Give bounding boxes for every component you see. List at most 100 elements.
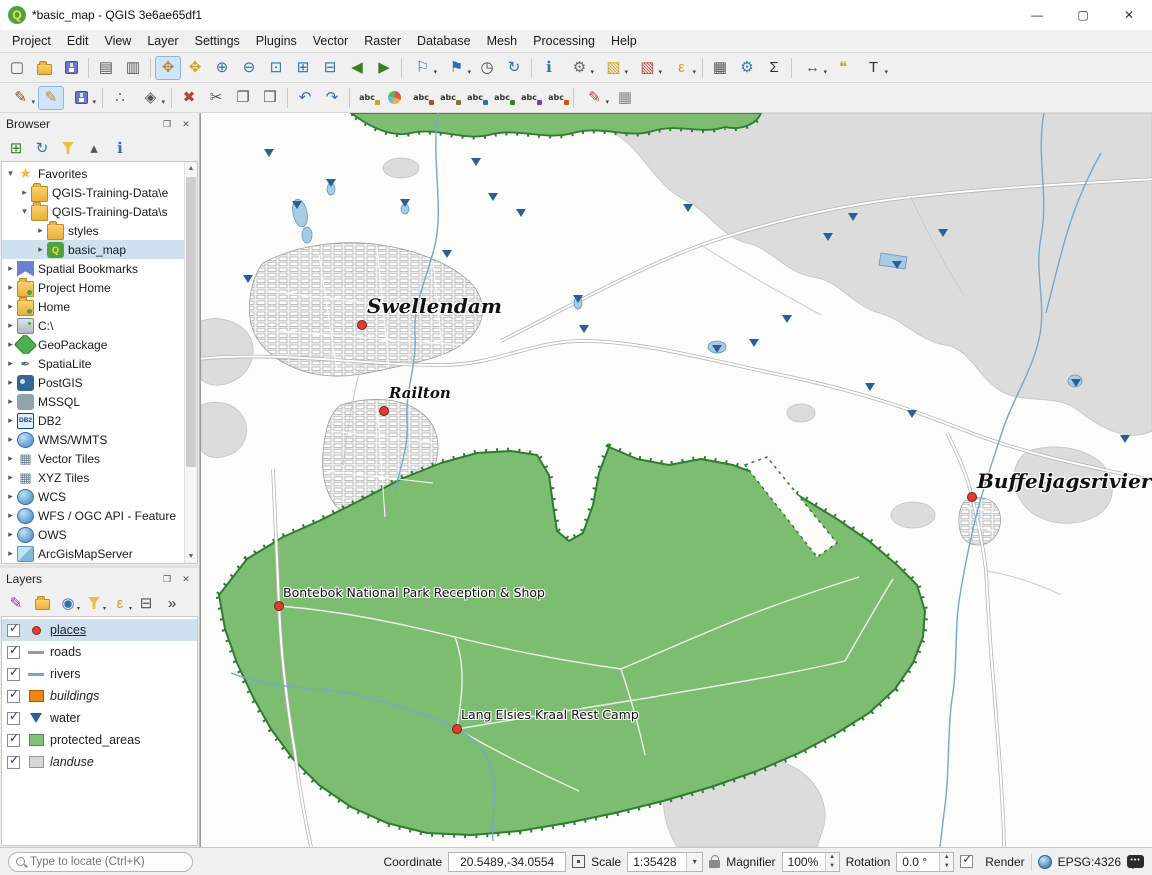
browser-item-favorites[interactable]: ▾ ★ Favorites [2,164,184,183]
layer-row-rivers[interactable]: ✓ rivers [2,663,197,685]
layer-row-landuse[interactable]: ✓ landuse [2,751,197,773]
layer-name-label[interactable]: landuse [50,755,94,769]
show-spatial-bookmarks-button[interactable]: ⚑ ▾ [440,56,473,80]
expander-icon[interactable]: ▸ [4,510,17,521]
text-annotation-button[interactable]: T ▾ [857,56,890,80]
browser-item-basic-map[interactable]: ▸ Q basic_map [2,240,184,259]
statistical-summary-button[interactable]: Σ ▾ [761,56,787,80]
layer-diagram-options-button[interactable]: ▾ [381,86,407,110]
browser-item-xyz-tiles[interactable]: ▸ ▦ XYZ Tiles [2,468,184,487]
annotation-layer-button[interactable]: ▦ ▾ [612,86,638,110]
browser-item-spatialite[interactable]: ▸ ✒ SpatiaLite [2,354,184,373]
filter-by-expression-button[interactable]: ε ▾ [108,592,132,614]
deselect-features-button[interactable]: ▧ ▾ [631,56,664,80]
layer-row-protected-areas[interactable]: ✓ protected_areas [2,729,197,751]
run-feature-action-button[interactable]: ⚙ ▾ [563,56,596,80]
menu-view[interactable]: View [96,31,139,51]
close-button[interactable]: ✕ [1106,0,1152,30]
menu-plugins[interactable]: Plugins [248,31,305,51]
browser-item-vector-tiles[interactable]: ▸ ▦ Vector Tiles [2,449,184,468]
browser-item-ows[interactable]: ▸ OWS [2,525,184,544]
menu-vector[interactable]: Vector [305,31,356,51]
browser-item-db2[interactable]: ▸ DB2 DB2 [2,411,184,430]
browser-item-mssql[interactable]: ▸ MSSQL [2,392,184,411]
cut-features-button[interactable]: ✂ ▾ [203,86,229,110]
layer-visibility-checkbox[interactable]: ✓ [7,690,20,703]
layer-visibility-checkbox[interactable]: ✓ [7,668,20,681]
browser-item-wfs[interactable]: ▸ WFS / OGC API - Feature [2,506,184,525]
layer-name-label[interactable]: places [50,623,86,637]
expander-icon[interactable]: ▾ [4,168,17,179]
browser-item-styles[interactable]: ▸ styles [2,221,184,240]
zoom-to-selection-button[interactable]: ⊞ ▾ [290,56,316,80]
layer-visibility-checkbox[interactable]: ✓ [7,734,20,747]
map-tips-button[interactable]: ❝ ▾ [830,56,856,80]
layer-visibility-checkbox[interactable]: ✓ [7,646,20,659]
expander-icon[interactable]: ▸ [4,282,17,293]
spin-down-icon[interactable]: ▼ [826,862,839,871]
manage-map-themes-button[interactable]: ◉ ▾ [56,592,80,614]
scale-combo[interactable]: 1:35428 ▾ [627,852,703,872]
refresh-browser-button[interactable]: ↻ ▾ [30,137,54,159]
expander-icon[interactable]: ▸ [18,187,31,198]
spin-up-icon[interactable]: ▲ [826,853,839,862]
scale-lock-icon[interactable] [709,860,720,868]
pan-map-button[interactable]: ✥ ▾ [155,56,181,80]
layers-float-button[interactable]: ❐ [160,572,174,586]
new-annotation-button[interactable]: ✎ ▾ [578,86,611,110]
browser-item-project-home[interactable]: ▸ Project Home [2,278,184,297]
expander-icon[interactable]: ▸ [4,320,17,331]
minimize-button[interactable]: — [1014,0,1060,30]
expander-icon[interactable]: ▸ [4,358,17,369]
measure-button[interactable]: ↔ ▾ [796,56,829,80]
menu-help[interactable]: Help [603,31,645,51]
layer-labeling-options-button[interactable]: abc ▾ [354,86,380,110]
refresh-map-button[interactable]: ↻ ▾ [501,56,527,80]
expander-icon[interactable]: ▸ [4,453,17,464]
current-edits-button[interactable]: ✎ ▾ [4,86,37,110]
expander-icon[interactable]: ▸ [4,548,17,559]
undo-button[interactable]: ↶ ▾ [292,86,318,110]
paste-features-button[interactable]: ❒ ▾ [257,86,283,110]
expander-icon[interactable]: ▸ [4,263,17,274]
move-label-button[interactable]: abc ▾ [489,86,515,110]
layer-name-label[interactable]: water [50,711,81,725]
new-print-layout-button[interactable]: ▤ ▾ [93,56,119,80]
pan-to-selection-button[interactable]: ✥ ▾ [182,56,208,80]
rotation-spinbox[interactable]: 0.0 ° ▲ ▼ [896,852,954,872]
menu-project[interactable]: Project [4,31,59,51]
layers-close-button[interactable]: ✕ [179,572,193,586]
expand-collapse-layers-button[interactable]: ⊟ ▾ [134,592,158,614]
select-by-expression-button[interactable]: ε ▾ [665,56,698,80]
magnifier-spinbox[interactable]: 100% ▲ ▼ [782,852,840,872]
highlight-pinned-labels-button[interactable]: abc ▾ [408,86,434,110]
menu-mesh[interactable]: Mesh [479,31,526,51]
map-canvas[interactable]: Swellendam Railton Buffeljagsrivier Bont… [200,113,1152,847]
zoom-to-layer-button[interactable]: ⊟ ▾ [317,56,343,80]
combo-arrow-icon[interactable]: ▾ [686,853,702,871]
scroll-down-icon[interactable]: ▼ [185,550,197,563]
browser-item-geopackage[interactable]: ▸ GeoPackage [2,335,184,354]
expander-icon[interactable]: ▸ [4,377,17,388]
zoom-out-button[interactable]: ⊖ ▾ [236,56,262,80]
locate-box[interactable] [8,852,193,872]
expander-icon[interactable]: ▸ [4,472,17,483]
menu-raster[interactable]: Raster [356,31,409,51]
browser-item-training-data-s[interactable]: ▾ QGIS-Training-Data\s [2,202,184,221]
collapse-all-button[interactable]: ▴ ▾ [82,137,106,159]
options-button[interactable]: ⚙ ▾ [734,56,760,80]
save-project-button[interactable]: ▾ [58,56,84,80]
select-features-button[interactable]: ▧ ▾ [597,56,630,80]
extents-toggle-icon[interactable] [572,855,585,868]
expander-icon[interactable]: ▸ [4,529,17,540]
locate-input[interactable] [30,856,185,868]
layer-name-label[interactable]: roads [50,645,81,659]
add-point-feature-button[interactable]: ∴ ▾ [107,86,133,110]
epsg-value[interactable]: EPSG:4326 [1058,855,1121,869]
layer-name-label[interactable]: rivers [50,667,81,681]
filter-browser-button[interactable]: ▾ [56,137,80,159]
scale-value[interactable]: 1:35428 [628,853,686,871]
menu-settings[interactable]: Settings [187,31,248,51]
browser-scrollbar[interactable]: ▲ ▼ [184,162,197,563]
save-layer-edits-button[interactable]: ▾ [65,86,98,110]
